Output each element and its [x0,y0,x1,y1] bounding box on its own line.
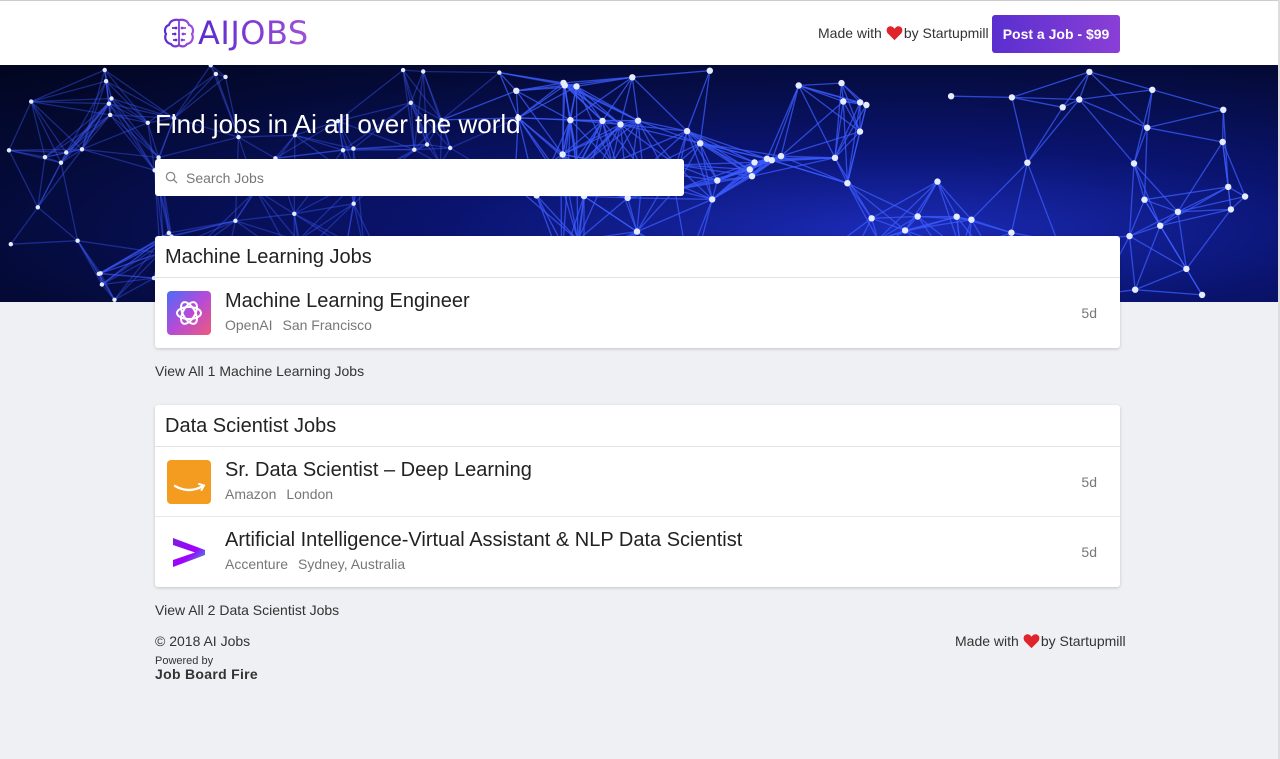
job-age: 5d [1081,474,1097,490]
made-with-credit: Made with by Startupmill [818,25,989,41]
footer-made-with-credit: Made with by Startupmill [955,633,1126,649]
hero-title: Find jobs in Ai all over the world [155,109,521,139]
job-title[interactable]: Sr. Data Scientist – Deep Learning [225,459,532,482]
job-meta: Accenture Sydney, Australia [225,556,405,572]
made-with-suffix[interactable]: by Startupmill [904,25,989,41]
job-age: 5d [1081,544,1097,560]
openai-logo-icon [167,291,211,335]
job-location: London [286,486,334,502]
job-row[interactable]: Sr. Data Scientist – Deep Learning Amazo… [155,447,1120,517]
post-job-button[interactable]: Post a Job - $99 [992,15,1120,53]
job-location: Sydney, Australia [298,556,406,572]
job-meta: Amazon London [225,486,333,502]
search-box[interactable] [155,159,684,196]
amazon-logo-icon [167,460,211,504]
job-location: San Francisco [282,317,372,333]
made-with-prefix: Made with [818,25,882,41]
top-header: AIJOBS Made with by Startupmill Post a J… [0,0,1280,65]
section-title: Machine Learning Jobs [155,236,1120,278]
brain-icon [163,18,195,48]
data-scientist-jobs-card: Data Scientist Jobs Sr. Data Scientist –… [155,405,1120,587]
made-with-prefix: Made with [955,633,1019,649]
heart-icon [886,26,903,41]
job-row[interactable]: Machine Learning Engineer OpenAI San Fran… [155,278,1120,348]
job-meta: OpenAI San Francisco [225,317,372,333]
heart-icon [1023,634,1040,649]
view-all-data-scientist-link[interactable]: View All 2 Data Scientist Jobs [155,602,339,618]
job-row[interactable]: Artificial Intelligence-Virtual Assistan… [155,517,1120,587]
footer-copyright: © 2018 AI Jobs [155,633,251,649]
job-board-fire-link[interactable]: Job Board Fire [155,666,258,682]
accenture-logo-icon [167,530,211,574]
job-title[interactable]: Machine Learning Engineer [225,290,470,313]
logo-text: AIJOBS [198,14,309,52]
job-title[interactable]: Artificial Intelligence-Virtual Assistan… [225,529,742,552]
search-input[interactable] [186,169,666,186]
job-age: 5d [1081,305,1097,321]
job-company: Amazon [225,486,277,502]
section-title: Data Scientist Jobs [155,405,1120,447]
site-logo[interactable]: AIJOBS [162,14,309,52]
job-company: OpenAI [225,317,273,333]
made-with-suffix[interactable]: by Startupmill [1041,633,1126,649]
search-icon [165,171,178,184]
view-all-machine-learning-link[interactable]: View All 1 Machine Learning Jobs [155,363,364,379]
job-company: Accenture [225,556,289,572]
machine-learning-jobs-card: Machine Learning Jobs Machine Learning E… [155,236,1120,348]
